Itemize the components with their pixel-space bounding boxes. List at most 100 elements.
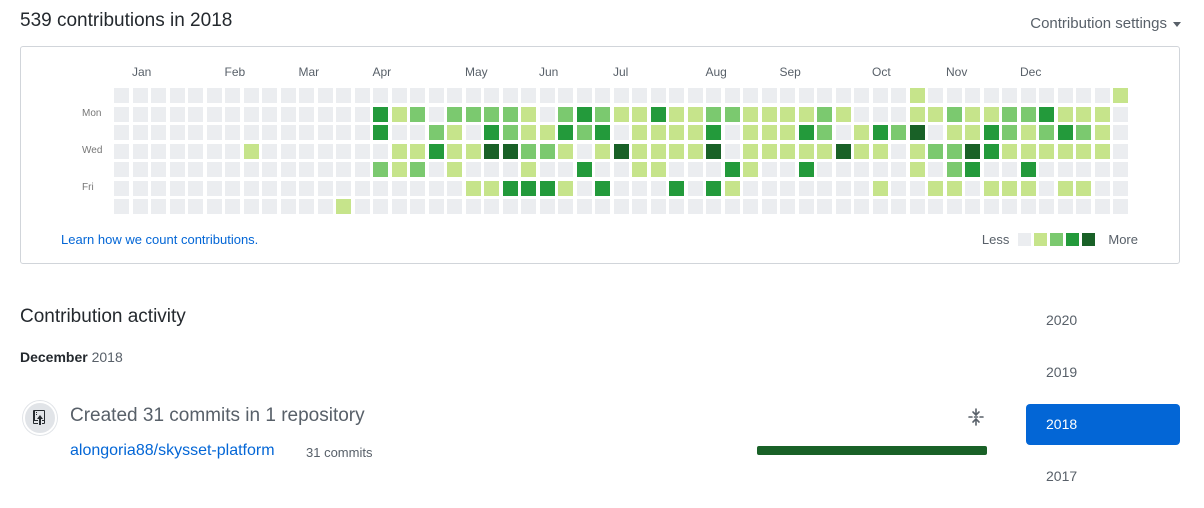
contribution-day[interactable] [743,199,758,214]
contribution-day[interactable] [817,162,832,177]
contribution-day[interactable] [650,125,666,140]
contribution-day[interactable] [891,106,906,122]
contribution-day[interactable] [391,143,407,159]
contribution-day[interactable] [502,125,518,140]
contribution-day[interactable] [1094,162,1110,177]
contribution-day[interactable] [743,106,758,122]
contribution-day[interactable] [854,125,869,140]
contribution-day[interactable] [169,143,185,159]
contribution-day[interactable] [780,162,795,177]
contribution-day[interactable] [706,199,721,214]
contribution-day[interactable] [280,88,296,103]
contribution-day[interactable] [243,88,259,103]
contribution-day[interactable] [317,180,333,196]
contribution-day[interactable] [447,199,462,214]
contribution-day[interactable] [761,106,777,122]
contribution-day[interactable] [502,199,518,214]
contribution-day[interactable] [946,125,962,140]
contribution-day[interactable] [428,162,444,177]
contribution-day[interactable] [225,162,240,177]
contribution-day[interactable] [835,88,851,103]
contribution-day[interactable] [262,88,277,103]
contribution-day[interactable] [262,125,277,140]
contribution-day[interactable] [909,180,925,196]
contribution-day[interactable] [225,143,240,159]
contribution-day[interactable] [1076,143,1091,159]
contribution-day[interactable] [817,88,832,103]
contribution-day[interactable] [521,125,536,140]
contribution-day[interactable] [1039,125,1054,140]
contribution-day[interactable] [761,162,777,177]
contribution-day[interactable] [724,162,740,177]
contribution-day[interactable] [780,180,795,196]
contribution-day[interactable] [669,162,684,177]
contribution-day[interactable] [872,143,888,159]
contribution-day[interactable] [1094,106,1110,122]
contribution-day[interactable] [132,180,148,196]
contribution-day[interactable] [743,125,758,140]
contribution-day[interactable] [114,106,129,122]
contribution-day[interactable] [502,180,518,196]
contribution-day[interactable] [539,143,555,159]
contribution-day[interactable] [798,143,814,159]
contribution-day[interactable] [206,143,222,159]
contribution-day[interactable] [965,199,980,214]
contribution-day[interactable] [336,199,351,214]
contribution-day[interactable] [317,143,333,159]
contribution-day[interactable] [835,125,851,140]
contribution-day[interactable] [835,180,851,196]
contribution-day[interactable] [891,199,906,214]
contribution-day[interactable] [1002,162,1017,177]
contribution-day[interactable] [946,162,962,177]
contribution-day[interactable] [872,106,888,122]
contribution-day[interactable] [595,125,610,140]
contribution-day[interactable] [1076,199,1091,214]
contribution-day[interactable] [687,162,703,177]
contribution-day[interactable] [650,199,666,214]
year-item-2017[interactable]: 2017 [1026,456,1180,497]
contribution-day[interactable] [447,88,462,103]
contribution-day[interactable] [946,106,962,122]
contribution-day[interactable] [539,88,555,103]
contribution-day[interactable] [132,143,148,159]
contribution-day[interactable] [317,88,333,103]
contribution-day[interactable] [521,88,536,103]
contribution-day[interactable] [132,162,148,177]
contribution-day[interactable] [188,106,203,122]
contribution-day[interactable] [447,106,462,122]
contribution-day[interactable] [225,125,240,140]
contribution-day[interactable] [354,199,370,214]
contribution-day[interactable] [539,162,555,177]
contribution-day[interactable] [872,88,888,103]
contribution-day[interactable] [169,199,185,214]
contribution-day[interactable] [521,106,536,122]
contribution-day[interactable] [428,88,444,103]
contribution-day[interactable] [1020,88,1036,103]
contribution-day[interactable] [595,143,610,159]
contribution-day[interactable] [1002,199,1017,214]
contribution-day[interactable] [410,162,425,177]
contribution-day[interactable] [151,88,166,103]
contribution-day[interactable] [946,180,962,196]
contribution-day[interactable] [465,180,481,196]
contribution-day[interactable] [780,125,795,140]
contribution-day[interactable] [169,106,185,122]
contribution-day[interactable] [1057,125,1073,140]
contribution-day[interactable] [817,199,832,214]
contribution-day[interactable] [169,88,185,103]
contribution-day[interactable] [225,106,240,122]
contribution-day[interactable] [965,106,980,122]
contribution-day[interactable] [965,180,980,196]
contribution-day[interactable] [1039,88,1054,103]
contribution-day[interactable] [410,143,425,159]
contribution-day[interactable] [687,88,703,103]
contribution-day[interactable] [1020,199,1036,214]
contribution-day[interactable] [761,88,777,103]
contribution-day[interactable] [188,162,203,177]
contribution-day[interactable] [928,143,943,159]
year-item-2019[interactable]: 2019 [1026,352,1180,393]
contribution-day[interactable] [262,143,277,159]
contribution-day[interactable] [1113,199,1128,214]
contribution-day[interactable] [539,180,555,196]
contribution-day[interactable] [114,88,129,103]
